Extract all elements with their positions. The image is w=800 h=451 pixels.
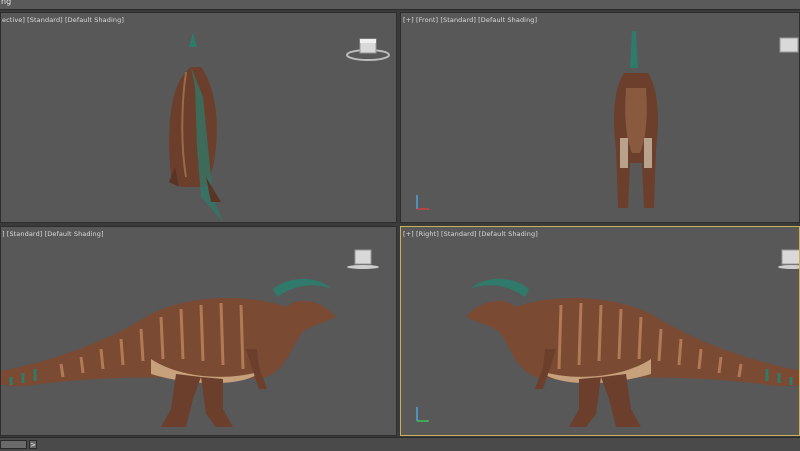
viewport-left[interactable]: ] [Standard] [Default Shading] bbox=[0, 226, 397, 436]
viewport-label-right[interactable]: [+] [Right] [Standard] [Default Shading] bbox=[403, 230, 538, 238]
next-frame-button[interactable]: > bbox=[29, 440, 37, 449]
viewport-front[interactable]: [+] [Front] [Standard] [Default Shading] bbox=[400, 12, 800, 223]
frame-field[interactable] bbox=[0, 440, 27, 449]
axis-gizmo-icon bbox=[416, 195, 429, 210]
viewcube-icon[interactable] bbox=[343, 35, 393, 65]
axis-gizmo-icon bbox=[416, 407, 429, 422]
dinosaur-model-side-view-mirrored[interactable] bbox=[456, 249, 800, 427]
dinosaur-model-side-view[interactable] bbox=[1, 249, 346, 427]
dinosaur-model-back-view[interactable] bbox=[151, 27, 241, 223]
viewport-right[interactable]: [+] [Right] [Standard] [Default Shading] bbox=[400, 226, 800, 436]
viewport-perspective[interactable]: ective] [Standard] [Default Shading] bbox=[0, 12, 397, 223]
viewport-label-left[interactable]: ] [Standard] [Default Shading] bbox=[2, 230, 104, 238]
viewport-label-front[interactable]: [+] [Front] [Standard] [Default Shading] bbox=[403, 16, 537, 24]
viewcube-icon[interactable] bbox=[345, 247, 381, 273]
dinosaur-model-front-view[interactable] bbox=[606, 28, 666, 213]
window-title: ng bbox=[1, 0, 12, 6]
viewcube-icon[interactable] bbox=[776, 35, 800, 57]
timeline-bar: > bbox=[0, 437, 800, 451]
window-title-bar: ng bbox=[0, 0, 800, 10]
viewport-label-perspective[interactable]: ective] [Standard] [Default Shading] bbox=[2, 16, 124, 24]
